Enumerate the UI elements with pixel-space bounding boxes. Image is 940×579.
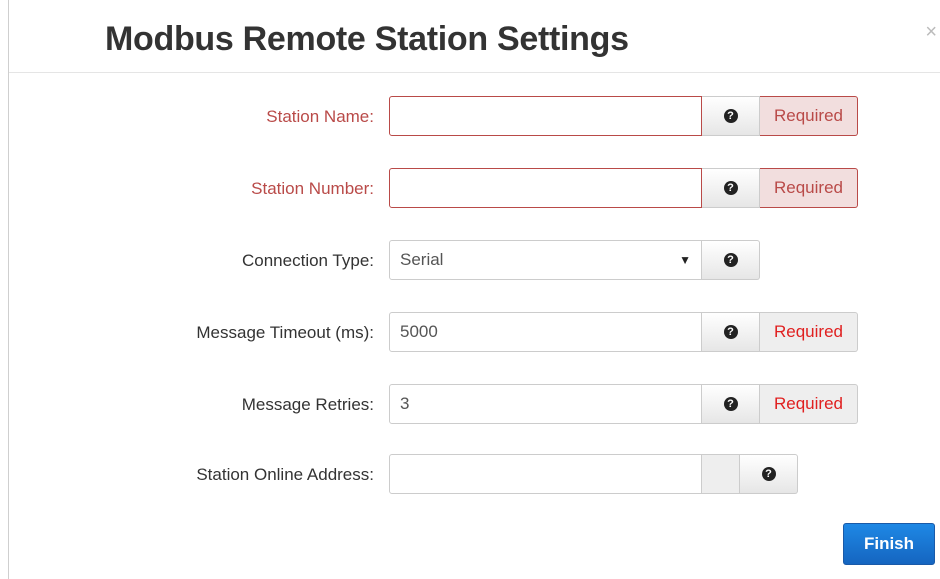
question-circle-icon: ?	[723, 109, 738, 123]
modal-dialog: Modbus Remote Station Settings × Station…	[8, 0, 940, 579]
station-online-address-input[interactable]	[389, 454, 702, 494]
connection-type-label: Connection Type:	[242, 251, 374, 270]
finish-button[interactable]: Finish	[843, 523, 935, 565]
modal-header: Modbus Remote Station Settings ×	[9, 0, 940, 73]
station-online-address-label: Station Online Address:	[196, 465, 374, 484]
message-retries-label: Message Retries:	[241, 395, 374, 414]
chevron-down-icon: ▼	[679, 253, 691, 267]
question-circle-icon: ?	[723, 253, 738, 267]
modal-title: Modbus Remote Station Settings	[105, 20, 629, 58]
message-timeout-label: Message Timeout (ms):	[196, 323, 374, 342]
station-name-required-badge: Required	[760, 96, 858, 136]
question-circle-icon: ?	[761, 467, 776, 481]
message-retries-required-badge: Required	[760, 384, 858, 424]
station-name-help-button[interactable]: ?	[702, 96, 760, 136]
station-number-label: Station Number:	[251, 179, 374, 198]
message-retries-input[interactable]	[389, 384, 702, 424]
station-number-required-badge: Required	[760, 168, 858, 208]
message-timeout-input[interactable]	[389, 312, 702, 352]
question-circle-icon: ?	[723, 397, 738, 411]
connection-type-selected-value: Serial	[400, 250, 444, 269]
station-online-address-addon	[702, 454, 740, 494]
message-timeout-required-badge: Required	[760, 312, 858, 352]
connection-type-select[interactable]: Serial ▼	[389, 240, 702, 280]
station-number-help-button[interactable]: ?	[702, 168, 760, 208]
message-timeout-help-button[interactable]: ?	[702, 312, 760, 352]
question-circle-icon: ?	[723, 325, 738, 339]
question-circle-icon: ?	[723, 181, 738, 195]
message-retries-help-button[interactable]: ?	[702, 384, 760, 424]
station-name-label: Station Name:	[266, 107, 374, 126]
close-icon[interactable]: ×	[925, 22, 937, 42]
station-number-input[interactable]	[389, 168, 702, 208]
station-name-input[interactable]	[389, 96, 702, 136]
connection-type-help-button[interactable]: ?	[702, 240, 760, 280]
station-online-address-help-button[interactable]: ?	[740, 454, 798, 494]
